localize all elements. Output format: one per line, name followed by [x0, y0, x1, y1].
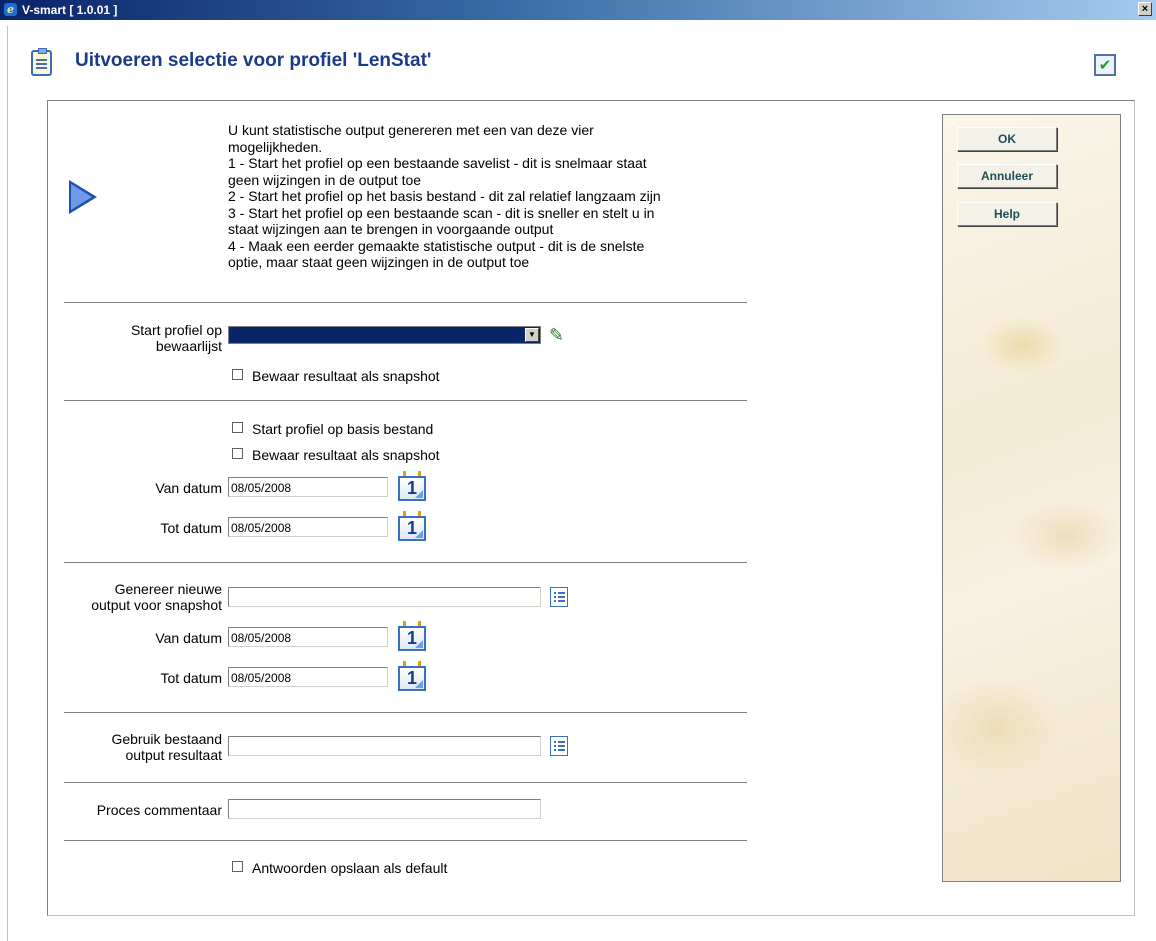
divider: [64, 302, 747, 303]
description-line: mogelijkheden.: [228, 138, 323, 155]
description-line: staat wijzingen aan te brengen in voorga…: [228, 221, 554, 237]
default-answers-checkbox[interactable]: Antwoorden opslaan als default: [232, 860, 447, 876]
chevron-down-icon[interactable]: ▼: [525, 328, 539, 342]
description-text: U kunt statistische output genereren met…: [228, 122, 738, 271]
ie-icon: e: [4, 3, 17, 16]
divider: [64, 840, 747, 841]
tot-datum-label: Tot datum: [160, 670, 222, 686]
list-picker-icon[interactable]: [550, 587, 568, 607]
existing-output-label-line2: output resultaat: [125, 747, 222, 763]
snapshot-output-label: Genereer nieuwe output voor snapshot: [60, 581, 222, 613]
existing-output-label: Gebruik bestaand output resultaat: [60, 731, 222, 763]
calendar-icon[interactable]: 1: [397, 511, 427, 541]
van-datum-label: Van datum: [155, 480, 222, 496]
savelist-snapshot-label: Bewaar resultaat als snapshot: [252, 368, 440, 384]
checkbox-box[interactable]: [232, 861, 243, 872]
snapshot-output-label-line1: Genereer nieuwe: [114, 581, 222, 597]
basis-label: Start profiel op basis bestand: [252, 421, 434, 437]
description-line: optie, maar staat geen wijzingen in de o…: [228, 254, 530, 270]
van-datum-label: Van datum: [155, 630, 222, 646]
savelist-label-line1: Start profiel op: [130, 322, 222, 338]
window-titlebar: e V-smart [ 1.0.01 ] ×: [0, 0, 1156, 20]
savelist-label-line2: bewaarlijst: [155, 338, 222, 354]
description-line: 2 - Start het profiel op het basis besta…: [228, 188, 661, 204]
calendar-icon[interactable]: 1: [397, 471, 427, 501]
button-panel: [942, 114, 1121, 882]
description-line: U kunt statistische output genereren met…: [228, 122, 594, 138]
divider: [64, 782, 747, 783]
calendar-icon[interactable]: 1: [397, 621, 427, 651]
pencil-edit-icon[interactable]: ✎: [549, 326, 569, 346]
tot-datum-input[interactable]: 08/05/2008: [228, 517, 388, 537]
help-button[interactable]: Help: [957, 202, 1057, 226]
existing-output-label-line1: Gebruik bestaand: [111, 731, 222, 747]
play-arrow-icon: [69, 180, 97, 214]
divider: [64, 562, 747, 563]
checkbox-box[interactable]: [232, 369, 243, 380]
cancel-button[interactable]: Annuleer: [957, 164, 1057, 188]
default-answers-label: Antwoorden opslaan als default: [252, 860, 448, 876]
description-line: 3 - Start het profiel op een bestaande s…: [228, 204, 655, 221]
basis-snapshot-checkbox[interactable]: Bewaar resultaat als snapshot: [232, 447, 440, 463]
description-line: 4 - Maak een eerder gemaakte statistisch…: [228, 237, 645, 254]
process-comment-input[interactable]: [228, 799, 541, 819]
existing-output-input[interactable]: [228, 736, 541, 756]
process-comment-label: Proces commentaar: [96, 802, 222, 818]
description-line: geen wijzingen in de output toe: [228, 171, 422, 188]
van-datum-input[interactable]: 08/05/2008: [228, 477, 388, 497]
savelist-snapshot-checkbox[interactable]: Bewaar resultaat als snapshot: [232, 368, 440, 384]
window-title: V-smart [ 1.0.01 ]: [22, 3, 118, 17]
basis-checkbox[interactable]: Start profiel op basis bestand: [232, 421, 433, 437]
close-button[interactable]: ×: [1138, 2, 1152, 16]
checkbox-box[interactable]: [232, 422, 243, 433]
divider: [64, 712, 747, 713]
page-title: Uitvoeren selectie voor profiel 'LenStat…: [75, 50, 432, 71]
savelist-label: Start profiel op bewaarlijst: [90, 322, 222, 354]
savelist-select[interactable]: ▼: [228, 326, 541, 344]
snapshot-output-label-line2: output voor snapshot: [91, 597, 222, 613]
ok-button[interactable]: OK: [957, 127, 1057, 151]
tot-datum-input[interactable]: 08/05/2008: [228, 667, 388, 687]
divider: [64, 400, 747, 401]
description-line: 1 - Start het profiel op een bestaande s…: [228, 155, 647, 171]
van-datum-input[interactable]: 08/05/2008: [228, 627, 388, 647]
clipboard-icon: [31, 48, 52, 76]
calendar-icon[interactable]: 1: [397, 661, 427, 691]
tot-datum-label: Tot datum: [160, 520, 222, 536]
snapshot-output-input[interactable]: [228, 587, 541, 607]
basis-snapshot-label: Bewaar resultaat als snapshot: [252, 447, 440, 463]
checkbox-box[interactable]: [232, 448, 243, 459]
list-picker-icon[interactable]: [550, 736, 568, 756]
check-flow-icon[interactable]: ✔: [1094, 54, 1116, 76]
